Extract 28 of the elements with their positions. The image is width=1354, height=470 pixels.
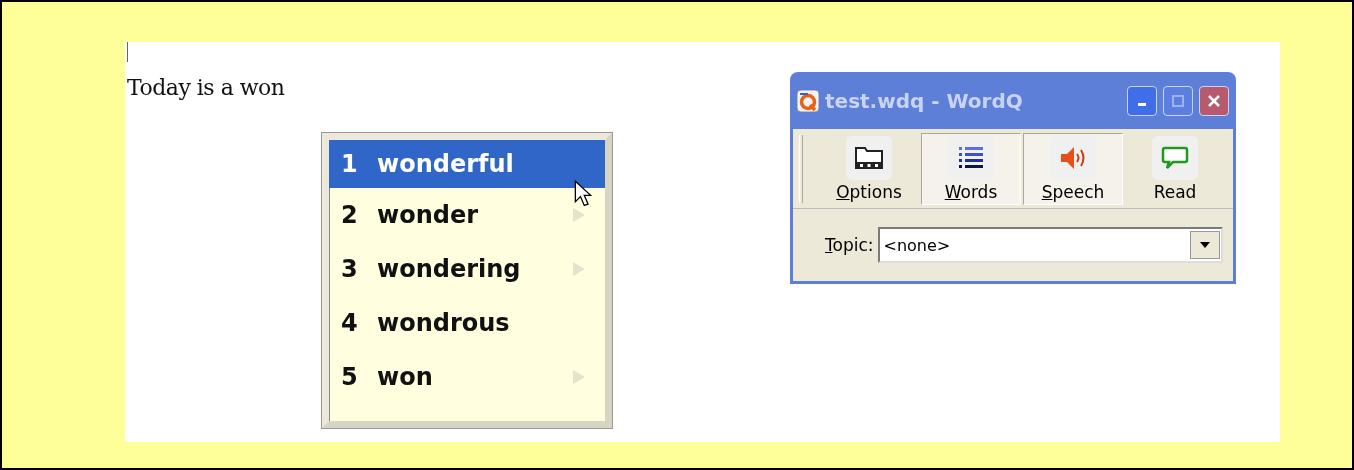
window-title: test.wdq - WordQ (825, 88, 1024, 113)
suggestion-item[interactable]: 5 won (329, 350, 605, 404)
speech-bubble-icon (1160, 144, 1190, 172)
suggestion-item[interactable]: 2 wonder (329, 188, 605, 242)
maximize-icon (1172, 94, 1184, 107)
toolbar-button[interactable]: Options (819, 133, 919, 205)
minimize-button[interactable] (1127, 85, 1157, 116)
dropdown-arrow-icon (1200, 242, 1210, 248)
toolbar-button[interactable]: Read (1125, 133, 1225, 205)
folder-icon (854, 144, 884, 172)
toolbar-button[interactable]: Speech (1023, 133, 1123, 205)
topic-dropdown[interactable]: <none> (877, 227, 1223, 263)
minimize-icon (1138, 103, 1146, 106)
text-caret (127, 42, 128, 62)
mouse-pointer-icon (574, 180, 592, 208)
app-logo-icon (797, 89, 819, 112)
document-text: Today is a won (127, 75, 285, 100)
topic-label: Topic: (825, 235, 874, 255)
arrow-icon (573, 262, 585, 276)
suggestion-item[interactable]: 4 wondrous (329, 296, 605, 350)
suggestion-item[interactable]: 3 wondering (329, 242, 605, 296)
arrow-icon (573, 370, 585, 384)
toolbar-button[interactable]: Words (921, 133, 1021, 205)
maximize-button[interactable] (1163, 85, 1193, 116)
suggestion-item[interactable]: 1 wonderful (329, 140, 605, 188)
close-icon (1208, 94, 1220, 107)
arrow-icon (573, 208, 585, 222)
close-button[interactable] (1199, 85, 1229, 116)
